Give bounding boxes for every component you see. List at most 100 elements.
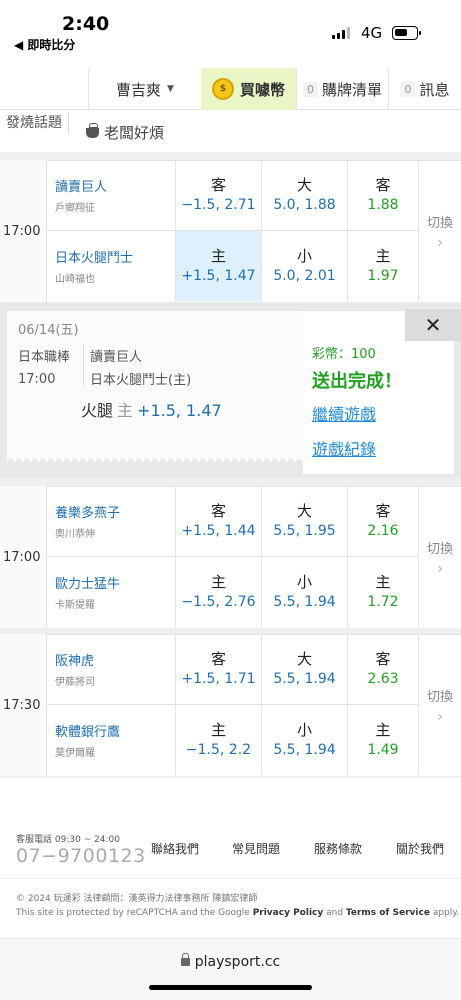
- divider: [0, 152, 461, 160]
- odd-value: 5.0, 1.88: [273, 197, 336, 213]
- odd-key: 客: [210, 650, 226, 668]
- odd-value: +1.5, 1.44: [181, 523, 256, 539]
- buy-coins-label: 買噱幣: [239, 80, 285, 99]
- odd-value: 2.16: [367, 523, 399, 539]
- chevron-right-icon: ›: [437, 708, 443, 725]
- team-name[interactable]: 阪神虎: [55, 650, 175, 669]
- odd-value: 5.5, 1.94: [273, 742, 336, 758]
- pitcher-name: 戶鄉翔征: [55, 203, 95, 214]
- divider: [0, 878, 461, 879]
- moneyline-odd[interactable]: 主 1.49: [348, 705, 419, 775]
- game-time: 17:00: [0, 160, 47, 302]
- privacy-policy-link[interactable]: Privacy Policy: [253, 908, 324, 918]
- spread-odd[interactable]: 客 +1.5, 1.71: [176, 634, 262, 704]
- odd-key: 客: [210, 176, 226, 194]
- cart-count: 0: [302, 81, 318, 97]
- moneyline-odd[interactable]: 主 1.72: [348, 557, 419, 627]
- odd-key: 客: [375, 650, 391, 668]
- team-cell: 軟體銀行鷹 莫伊爾羅: [47, 705, 176, 775]
- moneyline-odd[interactable]: 客 2.16: [348, 486, 419, 556]
- home-indicator[interactable]: [149, 985, 312, 990]
- odd-key: 小: [296, 573, 312, 591]
- apply-text: apply.: [432, 908, 460, 918]
- pitcher-name: 莫伊爾羅: [55, 748, 95, 759]
- moneyline-odd[interactable]: 客 1.88: [348, 160, 419, 230]
- continue-game-link[interactable]: 繼續遊戲: [312, 401, 376, 425]
- team-name[interactable]: 軟體銀行鷹: [55, 721, 175, 740]
- recaptcha-notice: This site is protected by reCAPTCHA and …: [16, 908, 459, 918]
- spread-odd[interactable]: 主 −1.5, 2.76: [176, 557, 262, 627]
- odd-value: 5.5, 1.94: [273, 671, 336, 687]
- team-name[interactable]: 日本火腿鬥士: [55, 247, 175, 266]
- total-odd[interactable]: 大 5.0, 1.88: [262, 160, 348, 230]
- odd-key: 小: [296, 721, 312, 739]
- odd-key: 客: [375, 176, 391, 194]
- total-odd[interactable]: 大 5.5, 1.95: [262, 486, 348, 556]
- messages-link[interactable]: 0 訊息: [388, 68, 461, 110]
- odd-key: 主: [375, 721, 391, 739]
- ticket-date: 06/14(五): [18, 323, 79, 338]
- odd-value: −1.5, 2.2: [185, 742, 252, 758]
- coin-balance: 彩幣：100: [312, 347, 376, 362]
- url-text[interactable]: playsport.cc: [0, 953, 461, 970]
- spread-odd[interactable]: 主 −1.5, 2.2: [176, 705, 262, 775]
- pitcher-name: 伊藤將司: [55, 677, 95, 688]
- cart-link[interactable]: 0 購牌清單: [296, 68, 388, 110]
- odd-key: 主: [210, 573, 226, 591]
- game-time: 17:00: [0, 486, 47, 628]
- switch-button[interactable]: 切換 ›: [419, 486, 461, 628]
- total-odd[interactable]: 小 5.5, 1.94: [262, 557, 348, 627]
- spread-odd-selected[interactable]: 主 +1.5, 1.47: [176, 231, 262, 301]
- team-cell: 日本火腿鬥士 山崎福也: [47, 231, 176, 301]
- moneyline-odd[interactable]: 客 2.63: [348, 634, 419, 704]
- footer-link-faq[interactable]: 常見問題: [232, 840, 280, 857]
- user-menu[interactable]: 曹吉爽 ▼: [88, 68, 201, 110]
- clock: 2:40: [62, 13, 110, 35]
- network-type: 4G: [361, 24, 383, 42]
- odd-key: 主: [210, 247, 226, 265]
- close-icon[interactable]: ✕: [405, 309, 461, 341]
- team-name[interactable]: 歐力士猛牛: [55, 573, 175, 592]
- moneyline-odd[interactable]: 主 1.97: [348, 231, 419, 301]
- chevron-right-icon: ›: [437, 234, 443, 251]
- game-history-link[interactable]: 遊戲紀錄: [312, 436, 376, 460]
- odd-key: 大: [296, 650, 312, 668]
- total-odd[interactable]: 大 5.5, 1.94: [262, 634, 348, 704]
- total-odd[interactable]: 小 5.0, 2.01: [262, 231, 348, 301]
- footer-link-about[interactable]: 關於我們: [396, 840, 444, 857]
- footer-link-terms[interactable]: 服務條款: [314, 840, 362, 857]
- switch-button[interactable]: 切換 ›: [419, 634, 461, 776]
- odd-key: 主: [375, 573, 391, 591]
- hot-topic-item[interactable]: 老闆好煩: [86, 122, 164, 143]
- odd-key: 主: [375, 247, 391, 265]
- service-phone[interactable]: 07−9700123: [16, 845, 146, 867]
- messages-label: 訊息: [419, 80, 450, 99]
- caret-down-icon: ▼: [167, 84, 174, 94]
- switch-label: 切換: [426, 541, 453, 557]
- hot-topics: 發燒話題 老闆好煩: [0, 110, 461, 156]
- and-text: and: [326, 908, 344, 918]
- service-hours: 客服電話 09:30 ~ 24:00: [16, 835, 120, 845]
- back-to-app-link[interactable]: ◀ 即時比分: [14, 36, 75, 53]
- spread-odd[interactable]: 客 −1.5, 2.71: [176, 160, 262, 230]
- odd-value: 1.97: [367, 268, 399, 284]
- terms-of-service-link[interactable]: Terms of Service: [346, 908, 430, 918]
- spread-odd[interactable]: 客 +1.5, 1.44: [176, 486, 262, 556]
- team-cell: 養樂多燕子 奧川恭伸: [47, 486, 176, 556]
- odd-key: 客: [210, 502, 226, 520]
- odd-value: 5.5, 1.95: [273, 523, 336, 539]
- switch-label: 切換: [426, 689, 453, 705]
- buy-coins-button[interactable]: $ 買噱幣: [201, 68, 296, 110]
- msg-count: 0: [400, 81, 416, 97]
- odd-value: 1.49: [367, 742, 399, 758]
- hot-topics-label: 發燒話題: [6, 112, 69, 134]
- footer-link-contact[interactable]: 聯絡我們: [151, 840, 199, 857]
- team-name[interactable]: 養樂多燕子: [55, 502, 175, 521]
- odd-value: +1.5, 1.47: [181, 268, 256, 284]
- ticket-bet: 火腿主 +1.5, 1.47: [81, 397, 222, 421]
- total-odd[interactable]: 小 5.5, 1.94: [262, 705, 348, 775]
- odd-key: 主: [210, 721, 226, 739]
- switch-button[interactable]: 切換 ›: [419, 160, 461, 302]
- status-bar: 2:40 ◀ 即時比分 4G: [0, 0, 461, 58]
- team-name[interactable]: 讀賣巨人: [55, 176, 175, 195]
